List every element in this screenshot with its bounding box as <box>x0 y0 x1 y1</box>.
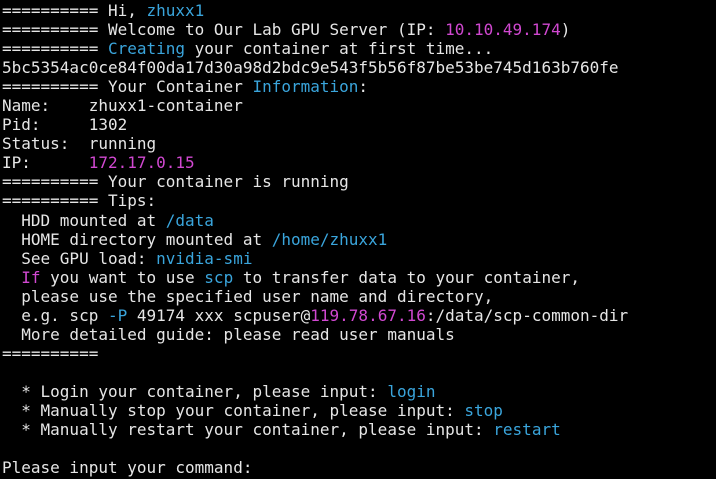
terminal-line: ========== <box>2 344 716 363</box>
terminal-text: restart <box>493 420 561 440</box>
terminal-text: HDD mounted at <box>2 210 166 230</box>
terminal-line: ========== Hi, zhuxx1 <box>2 1 716 20</box>
terminal-text: ========== <box>2 39 108 59</box>
terminal-text: /data <box>165 210 214 230</box>
terminal-line: ========== Welcome to Our Lab GPU Server… <box>2 20 716 39</box>
terminal-text: Creating <box>107 39 186 59</box>
terminal-line: 5bc5354ac0ce84f00da17d30a98d2bdc9e543f5b… <box>2 58 716 77</box>
terminal-text: nvidia-smi <box>156 248 253 268</box>
terminal-text: login <box>387 381 436 401</box>
terminal-text: See GPU load: <box>2 248 157 268</box>
terminal-text: ========== Your Container <box>2 77 253 97</box>
terminal-line: IP: 172.17.0.15 <box>2 153 716 172</box>
terminal-text: Status: running <box>2 134 157 154</box>
terminal-text: Information <box>252 77 359 97</box>
terminal-text: please use the specified user name and d… <box>2 286 494 306</box>
terminal-text: IP: <box>2 153 89 173</box>
terminal-text: your container at first time... <box>185 39 494 59</box>
terminal-line: HOME directory mounted at /home/zhuxx1 <box>2 230 716 249</box>
terminal-line: e.g. scp -P 49174 xxx scpuser@119.78.67.… <box>2 306 716 325</box>
terminal-window[interactable]: ========== Hi, zhuxx1 ========== Welcome … <box>0 0 716 479</box>
terminal-line: ========== Creating your container at fi… <box>2 39 716 58</box>
terminal-line: HDD mounted at /data <box>2 211 716 230</box>
terminal-line: * Manually stop your container, please i… <box>2 401 716 420</box>
command-prompt-line[interactable]: Please input your command: <box>2 458 716 477</box>
terminal-text: Please input your command: <box>2 458 263 478</box>
terminal-text: * Manually stop your container, please i… <box>2 400 465 420</box>
terminal-text: 10.10.49.174 <box>445 20 561 40</box>
terminal-text: : <box>358 77 369 97</box>
terminal-text: ========== <box>2 343 99 363</box>
terminal-text: -P <box>107 305 128 325</box>
terminal-text: ========== Tips: <box>2 191 157 211</box>
terminal-text: e.g. scp <box>2 305 108 325</box>
terminal-line: See GPU load: nvidia-smi <box>2 249 716 268</box>
terminal-text: ) <box>560 20 571 40</box>
terminal-text: Name: zhuxx1-container <box>2 96 243 116</box>
terminal-text: If <box>21 267 41 287</box>
terminal-line: Name: zhuxx1-container <box>2 96 716 115</box>
terminal-line: Pid: 1302 <box>2 115 716 134</box>
terminal-text: zhuxx1 <box>146 1 205 20</box>
terminal-line: * Manually restart your container, pleas… <box>2 420 716 439</box>
terminal-text: 172.17.0.15 <box>88 153 195 173</box>
terminal-line: If you want to use scp to transfer data … <box>2 268 716 287</box>
terminal-line: ========== Tips: <box>2 191 716 210</box>
terminal-text: ========== Welcome to Our Lab GPU Server… <box>2 20 446 40</box>
terminal-line: * Login your container, please input: lo… <box>2 382 716 401</box>
terminal-text: you want to use <box>40 267 205 287</box>
terminal-text: scp <box>204 267 234 287</box>
terminal-text: 5bc5354ac0ce84f00da17d30a98d2bdc9e543f5b… <box>2 58 619 78</box>
terminal-text: to transfer data to your container, <box>233 267 580 287</box>
terminal-text: :/data/scp-common-dir <box>425 305 629 325</box>
terminal-line: ========== Your Container Information: <box>2 77 716 96</box>
terminal-text: /home/zhuxx1 <box>271 229 388 249</box>
terminal-text: Pid: 1302 <box>2 115 128 135</box>
text-cursor <box>262 461 271 477</box>
terminal-line: More detailed guide: please read user ma… <box>2 325 716 344</box>
terminal-text: ========== Hi, <box>2 1 147 20</box>
terminal-text: * Login your container, please input: <box>2 381 388 401</box>
terminal-text: ========== Your container is running <box>2 172 349 192</box>
terminal-text: 119.78.67.16 <box>310 305 426 325</box>
terminal-line: please use the specified user name and d… <box>2 287 716 306</box>
terminal-text: 49174 xxx scpuser@ <box>127 305 311 325</box>
terminal-text: HOME directory mounted at <box>2 229 272 249</box>
terminal-line: Status: running <box>2 134 716 153</box>
terminal-text: stop <box>464 400 503 420</box>
terminal-text: More detailed guide: please read user ma… <box>2 324 455 344</box>
terminal-line: ========== Your container is running <box>2 172 716 191</box>
terminal-text: * Manually restart your container, pleas… <box>2 420 494 440</box>
